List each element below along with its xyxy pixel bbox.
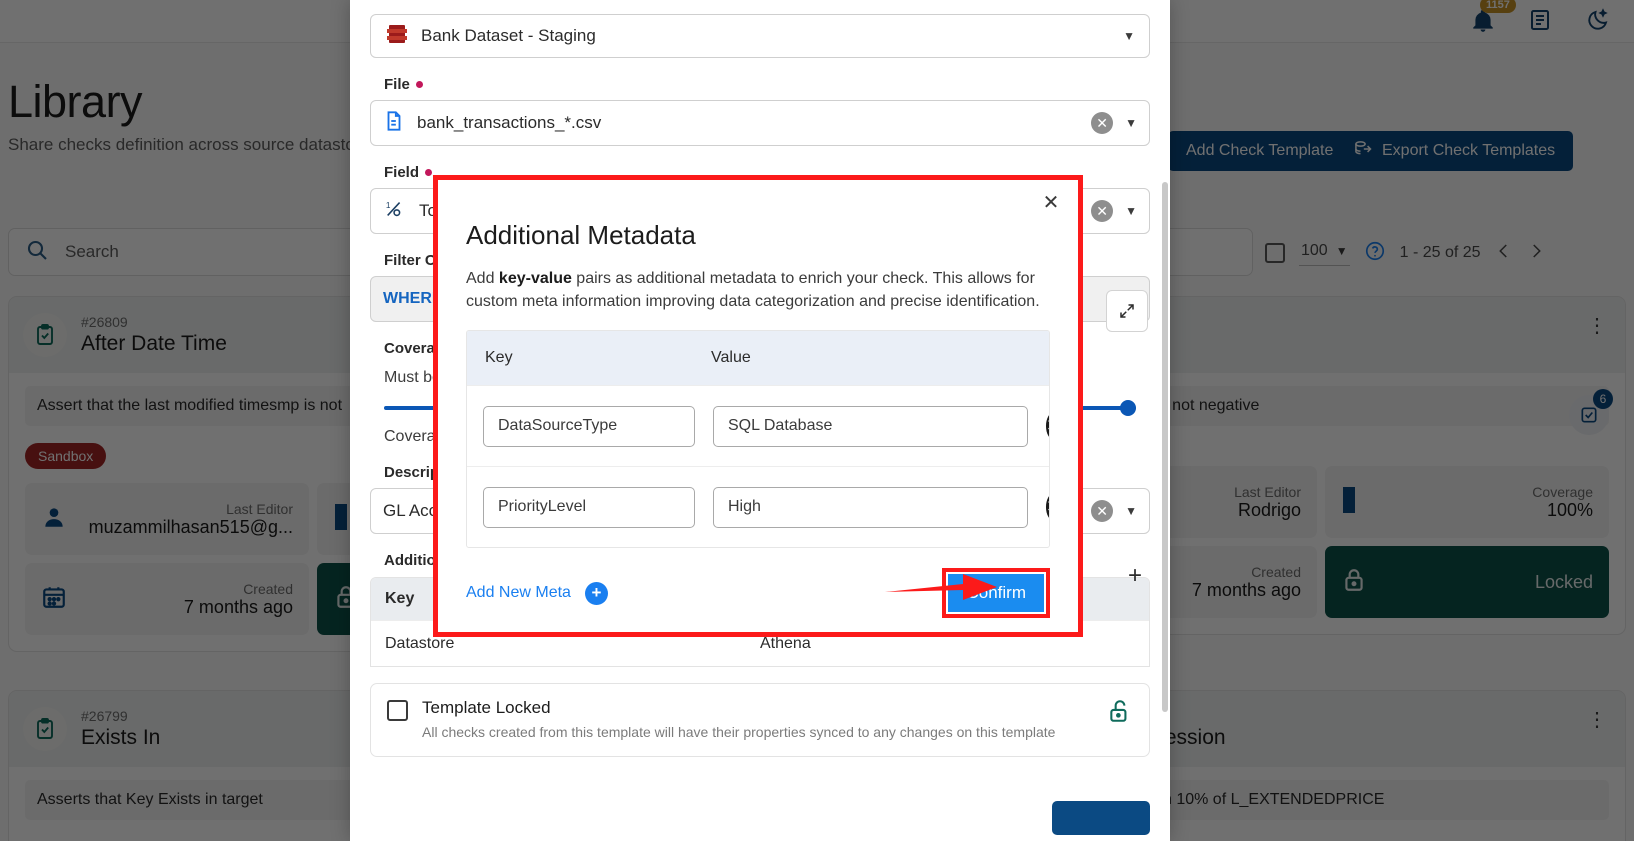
drawer-save-button[interactable] xyxy=(1052,801,1150,835)
field-label-text: Field xyxy=(384,164,420,181)
modal-description: Add key-value pairs as additional metada… xyxy=(466,267,1076,313)
file-label-text: File xyxy=(384,76,410,93)
kv-col-value: Value xyxy=(711,349,751,367)
additional-metadata-modal: ✕ Additional Metadata Add key-value pair… xyxy=(433,175,1083,637)
chevron-down-icon[interactable]: ▼ xyxy=(1123,29,1135,43)
kv-col-key: Key xyxy=(485,349,513,367)
expand-icon[interactable] xyxy=(1106,290,1148,332)
datastore-select[interactable]: Bank Dataset - Staging ▼ xyxy=(370,14,1150,58)
metadata-key-input[interactable]: DataSourceType xyxy=(483,405,695,447)
delete-row-icon[interactable]: ✕ xyxy=(1046,494,1049,521)
required-dot-icon xyxy=(425,169,433,176)
required-dot-icon xyxy=(415,81,423,88)
annotation-arrow-icon xyxy=(885,574,997,600)
slider-knob[interactable] xyxy=(1120,400,1136,416)
app-root: 1157 Library Share checks definition acr… xyxy=(0,0,1634,841)
plus-icon: + xyxy=(584,581,608,605)
chevron-down-icon[interactable]: ▼ xyxy=(1125,116,1137,130)
add-new-meta-label: Add New Meta xyxy=(466,584,571,601)
template-locked-checkbox[interactable] xyxy=(387,700,408,721)
file-value: bank_transactions_*.csv xyxy=(417,113,602,132)
fraction-icon: 1 xyxy=(383,198,407,225)
file-icon xyxy=(383,110,405,137)
kv-table-header: Key Value xyxy=(467,331,1049,386)
desc-bold: key-value xyxy=(498,270,572,287)
datastore-value: Bank Dataset - Staging xyxy=(421,26,596,45)
modal-title: Additional Metadata xyxy=(466,220,696,250)
desc-part1: Add xyxy=(466,270,499,287)
template-locked-box[interactable]: Template Locked All checks created from … xyxy=(370,683,1150,757)
unlock-icon[interactable] xyxy=(1107,698,1133,729)
table-row: DataSourceType SQL Database ✕ xyxy=(467,385,1049,466)
add-metadata-icon[interactable]: + xyxy=(1128,562,1142,590)
template-locked-desc: All checks created from this template wi… xyxy=(422,724,1056,740)
metadata-kv-table: Key Value DataSourceType SQL Database ✕ … xyxy=(466,330,1050,549)
add-new-meta-button[interactable]: Add New Meta + xyxy=(466,581,608,605)
chevron-down-icon[interactable]: ▼ xyxy=(1125,204,1137,218)
metadata-value: Athena xyxy=(760,634,811,652)
metadata-value-input[interactable]: SQL Database xyxy=(713,405,1028,447)
clear-icon[interactable]: ✕ xyxy=(1091,500,1114,522)
clear-icon[interactable]: ✕ xyxy=(1091,112,1114,134)
metadata-key: Datastore xyxy=(385,634,455,652)
table-row: PriorityLevel High ✕ xyxy=(467,466,1049,547)
close-icon[interactable]: ✕ xyxy=(1040,193,1062,215)
file-field[interactable]: bank_transactions_*.csv ✕ ▼ xyxy=(370,100,1150,146)
metadata-value-input[interactable]: High xyxy=(713,486,1028,528)
template-locked-title: Template Locked xyxy=(422,698,551,717)
chevron-down-icon[interactable]: ▼ xyxy=(1125,504,1137,518)
delete-row-icon[interactable]: ✕ xyxy=(1046,413,1049,440)
file-label: File xyxy=(384,76,1150,93)
svg-text:1: 1 xyxy=(386,201,391,210)
metadata-key-input[interactable]: PriorityLevel xyxy=(483,486,695,528)
drawer-scrollbar[interactable] xyxy=(1162,182,1168,712)
clear-icon[interactable]: ✕ xyxy=(1091,200,1114,222)
datastore-icon xyxy=(385,22,409,51)
